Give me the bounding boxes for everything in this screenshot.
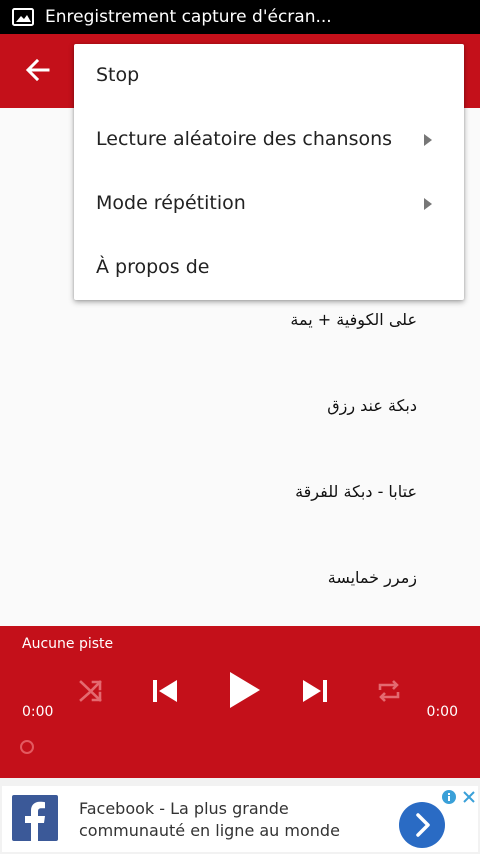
song-item[interactable]: على الكوفية + يمة [290, 310, 417, 329]
seek-bar-thumb[interactable] [20, 740, 34, 754]
song-item[interactable]: عتابا - دبكة للفرقة [295, 482, 417, 501]
song-item[interactable]: دبكة عند رزق [327, 396, 417, 415]
menu-item-label: À propos de [96, 256, 210, 278]
menu-item-label: Stop [96, 64, 140, 86]
submenu-arrow-icon [424, 198, 432, 210]
facebook-logo-icon [12, 795, 58, 841]
menu-item-about[interactable]: À propos de [74, 236, 464, 300]
menu-item-repeat-mode[interactable]: Mode répétition [74, 172, 464, 236]
ad-subline: communauté en ligne au monde [79, 821, 340, 840]
total-time: 0:00 [426, 704, 458, 720]
previous-icon[interactable] [150, 676, 180, 706]
overflow-menu: Stop Lecture aléatoire des chansons Mode… [74, 44, 464, 300]
ad-banner[interactable]: Facebook - La plus grande communauté en … [0, 778, 480, 854]
ad-headline: Facebook - La plus grande [79, 799, 289, 818]
track-title: Aucune piste [22, 636, 114, 652]
menu-item-shuffle[interactable]: Lecture aléatoire des chansons [74, 108, 464, 172]
image-icon [12, 8, 34, 26]
chevron-right-icon [416, 813, 430, 837]
song-item[interactable]: زمرر خمايسة [328, 568, 417, 587]
next-icon[interactable] [300, 676, 330, 706]
menu-item-label: Mode répétition [96, 192, 246, 214]
ad-open-button[interactable] [399, 802, 445, 848]
player-panel: Aucune piste 0:00 0:00 [0, 626, 480, 778]
play-icon[interactable] [226, 670, 262, 710]
ad-text[interactable]: Facebook - La plus grande communauté en … [79, 798, 340, 842]
menu-item-stop[interactable]: Stop [74, 44, 464, 108]
ad-choices-icon[interactable] [440, 788, 478, 806]
menu-item-label: Lecture aléatoire des chansons [96, 128, 393, 150]
back-arrow-icon[interactable] [24, 56, 52, 84]
status-notification-text: Enregistrement capture d'écran... [45, 7, 332, 27]
repeat-icon[interactable] [376, 678, 402, 704]
submenu-arrow-icon [424, 134, 432, 146]
elapsed-time: 0:00 [22, 704, 54, 720]
shuffle-icon[interactable] [78, 678, 104, 704]
status-bar: Enregistrement capture d'écran... [0, 0, 480, 34]
